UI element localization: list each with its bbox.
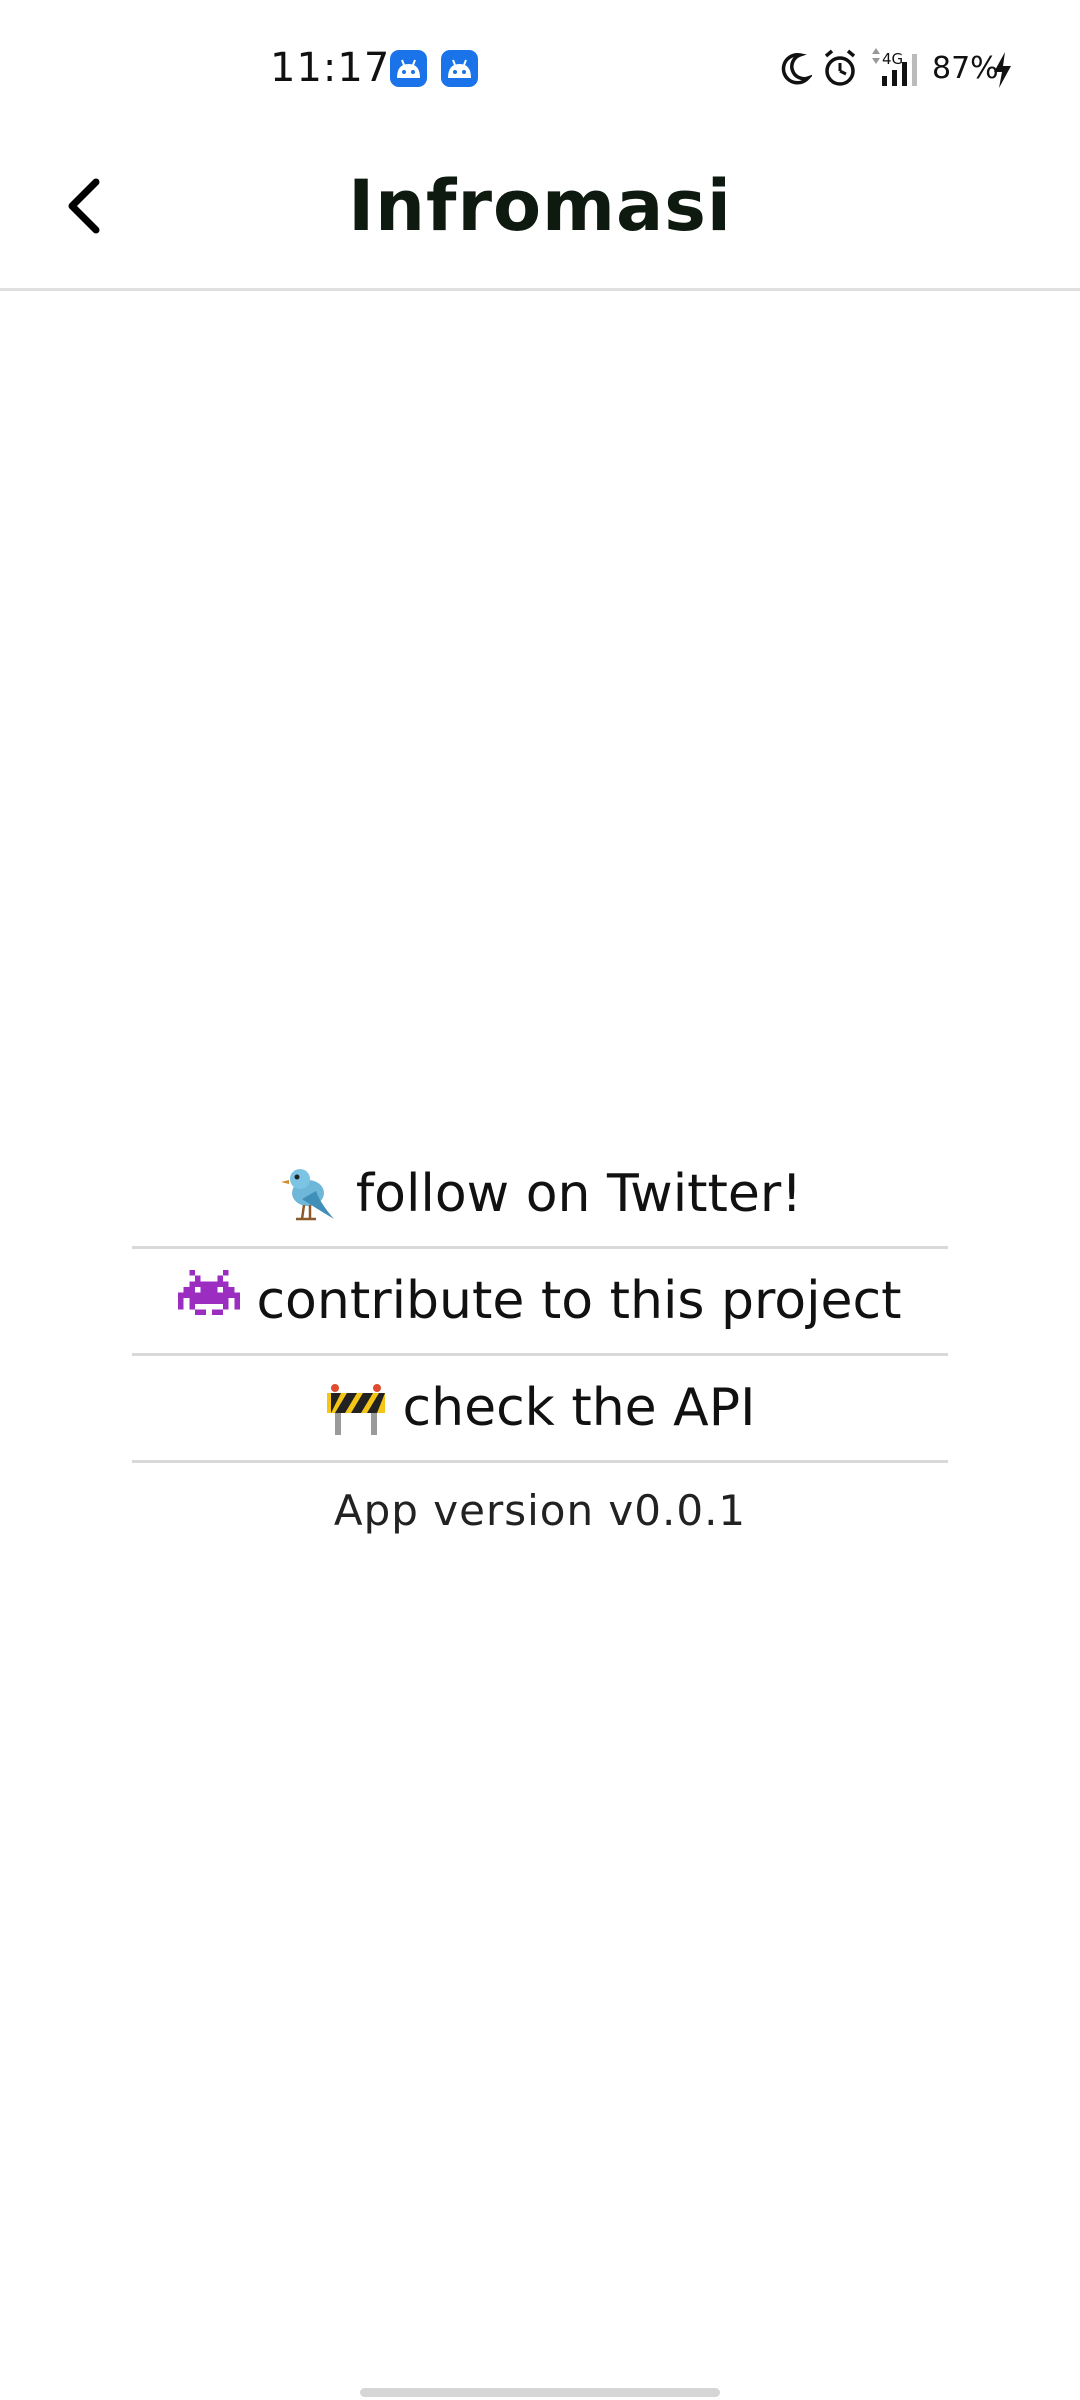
status-bar: 11:17 4G 87% (0, 0, 1080, 136)
bird-icon (278, 1163, 340, 1225)
charging-icon (994, 52, 1011, 88)
about-menu: follow on Twitter! contribute to this pr… (132, 1142, 948, 1541)
network-label: 4G (882, 50, 903, 68)
alien-monster-icon (178, 1270, 241, 1332)
menu-item-label: contribute to this project (256, 1271, 902, 1331)
signal-icon: 4G (872, 48, 917, 86)
android-notification-icon (441, 50, 478, 87)
construction-barrier-icon (325, 1377, 387, 1439)
contribute-project-link[interactable]: contribute to this project (132, 1249, 948, 1356)
android-notification-icon (390, 50, 427, 87)
app-version: App version v0.0.1 (333, 1486, 747, 1535)
gesture-handle[interactable] (360, 2388, 720, 2397)
moon-icon (781, 53, 812, 85)
menu-item-label: follow on Twitter! (355, 1164, 803, 1224)
page-title: Infromasi (348, 165, 732, 247)
battery-percent: 87% (932, 51, 999, 86)
check-api-link[interactable]: check the API (132, 1356, 948, 1463)
follow-twitter-link[interactable]: follow on Twitter! (132, 1142, 948, 1249)
menu-item-label: check the API (402, 1378, 756, 1438)
app-bar: Infromasi (0, 136, 1080, 291)
status-time: 11:17 (270, 45, 391, 91)
alarm-icon (824, 49, 856, 86)
